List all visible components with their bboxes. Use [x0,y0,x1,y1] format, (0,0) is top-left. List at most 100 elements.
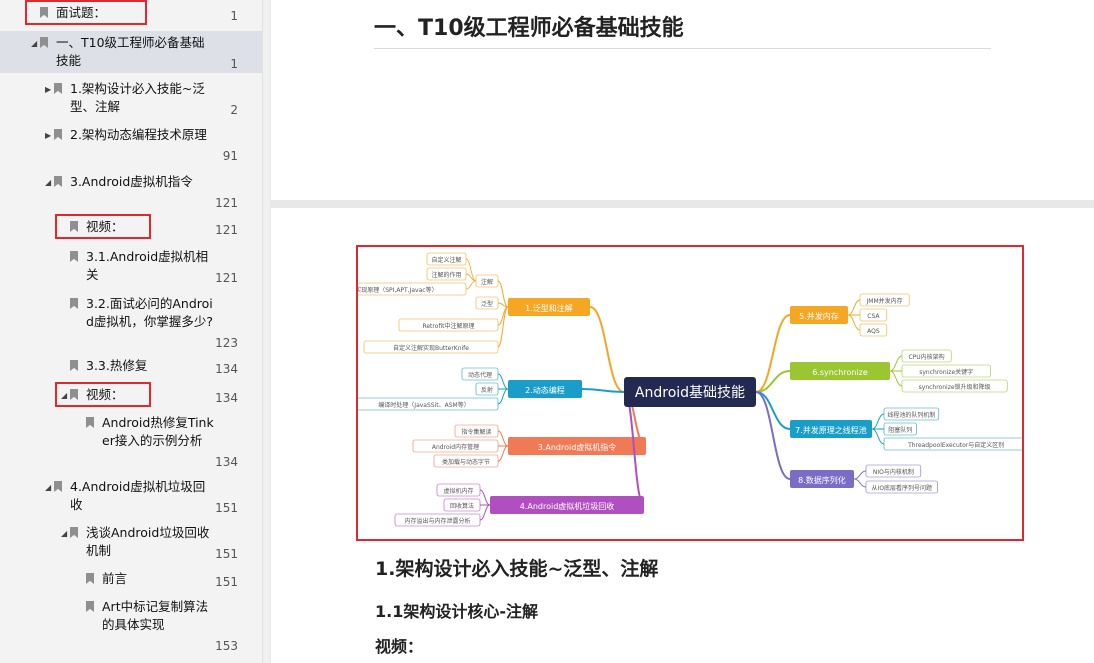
mindmap-link [479,489,491,506]
bookmark-page-number: 151 [215,547,238,561]
bookmark-panel: 面试题： 1 ◢ 一、T10级工程师必备基础技能 1 ▶ 1.架构设计必入技能~泛型、注解 2… [0,0,262,663]
mindmap-svg: 1.泛型和注解 注解泛型 Retrofit中注解原理自定义注解实现ButterKni… [358,252,1022,527]
mindmap-branch-label: 5.并发内存 [799,311,839,321]
mindmap-link [889,355,903,372]
bookmark-item[interactable]: Art中标记复制算法的具体实现 153 [0,595,262,655]
bookmark-icon [40,37,48,48]
page-1: 一、T10级工程师必备基础技能 [271,0,1094,200]
mindmap-leaf-label: APT实现原理（SPI,APT,Javac等） [358,286,438,294]
bookmark-label: 浅谈Android垃圾回收机制 [86,525,210,558]
mindmap-leaf-label: 线程池的队列机制 [887,411,935,419]
mindmap-link [497,445,509,462]
mindmap-link [889,370,903,387]
mindmap-leaf-label: Retrofit中注解原理 [422,322,474,330]
bookmark-item[interactable]: Android热修复Tinker接入的示例分析 134 [0,411,262,471]
bookmark-icon [70,527,78,538]
mindmap-branch-label: 8.数据序列化 [798,475,846,485]
bookmark-label: 前言 [102,571,128,586]
bookmark-icon [86,601,94,612]
mindmap-link [497,388,509,405]
bookmark-item[interactable]: 3.3.热修复 134 [0,354,262,378]
mindmap-link [853,478,867,488]
page-2: 1.泛型和注解 注解 泛型 Retrofit中注解原理 自定义注解实现ButterKni… [271,208,1094,663]
mindmap-leaf-label: 编译时处理（JavaSSit、ASM等） [378,401,469,409]
mindmap-leaf-label: 指令集解读 [461,428,491,436]
mindmap-leaf-label: 类加载与动态字节 [442,458,490,466]
mindmap-branch-label: 4.Android虚拟机垃圾回收 [520,501,615,511]
bookmark-icon [54,481,62,492]
mindmap-leaf-label: JMM并发内存 [866,297,903,305]
collapse-arrow-icon[interactable]: ◢ [45,174,51,192]
page-heading-1: 一、T10级工程师必备基础技能 [374,10,991,49]
bookmark-page-number: 123 [215,336,238,350]
mindmap-leaf-label: 注解的作用 [431,271,461,279]
mindmap-leaf-label: synchronize关键字 [919,368,973,376]
bookmark-icon [54,83,62,94]
bookmark-item[interactable]: ▶ 2.架构动态编程技术原理 91 [0,123,262,165]
bookmark-item[interactable]: ◢ 一、T10级工程师必备基础技能 1 [0,31,262,73]
bookmark-item[interactable]: 3.2.面试必问的Android虚拟机，你掌握多少? 123 [0,292,262,352]
bookmark-page-number: 121 [215,196,238,210]
mindmap-link [497,373,509,390]
bookmark-page-number: 151 [215,501,238,515]
mindmap-leaf-label: 阻塞队列 [888,426,912,434]
bookmark-page-number: 1 [230,9,238,23]
mindmap-leaf-label: 从IO底层看序列号问题 [872,484,933,492]
bookmark-page-number: 134 [215,391,238,405]
mindmap-leaf-label: Android内存管理 [432,443,479,451]
bookmark-icon [54,176,62,187]
mindmap-leaf-label: 虚拟机内存 [443,487,473,495]
mindmap-leaf-label: CPU内核架构 [908,353,944,361]
mindmap-link [581,388,625,393]
bookmark-item[interactable]: ◢ 浅谈Android垃圾回收机制 151 [0,521,262,563]
mindmap-leaf-label: AQS [867,328,880,335]
highlight-box [55,382,151,407]
mindmap-branch-label: 3.Android虚拟机指令 [538,442,617,452]
bookmark-item[interactable]: ◢ 4.Android虚拟机垃圾回收 151 [0,475,262,517]
mindmap-leaf-label: 内存溢出与内存泄露分析 [404,517,470,525]
mindmap-link [847,314,861,331]
bookmark-label: 4.Android虚拟机垃圾回收 [70,479,206,512]
bookmark-page-number: 134 [215,455,238,469]
mindmap-link [497,430,509,447]
mindmap-link [755,391,791,480]
mindmap-branch-label: 2.动态编程 [525,385,565,395]
bookmark-page-number: 1 [230,57,238,71]
mindmap-leaf-label: 自定义注解实现ButterKnife [393,344,469,352]
mindmap-leaf-label: 动态代理 [468,371,492,379]
mindmap-leaf-label: 自定义注解 [431,256,461,264]
collapse-arrow-icon[interactable]: ◢ [61,525,67,543]
highlight-box [25,0,147,25]
bookmark-label: 3.2.面试必问的Android虚拟机，你掌握多少? [86,296,214,329]
subsection-heading: 1.1架构设计核心-注解 [375,602,538,621]
mindmap-branch-label: 7.并发原理之线程池 [795,425,867,435]
bookmark-icon [70,360,78,371]
bookmark-icon [70,251,78,262]
sidebar-scrollbar[interactable] [262,0,270,663]
bookmark-label: Android热修复Tinker接入的示例分析 [102,415,214,448]
bookmark-item[interactable]: ▶ 1.架构设计必入技能~泛型、注解 2 [0,77,262,119]
collapse-arrow-icon[interactable]: ◢ [31,35,37,53]
bookmark-icon [86,417,94,428]
document-view: 一、T10级工程师必备基础技能 1.泛型和注解 注解 泛型 Retrofit中注解原理… [271,0,1094,663]
mindmap-branch-label: 6.synchronize [812,368,868,377]
bookmark-page-number: 2 [230,103,238,117]
bookmark-label: 3.3.热修复 [86,358,148,373]
mindmap-leaf-label: 注解 [481,278,493,286]
mindmap-link [853,470,867,480]
bookmark-page-number: 153 [215,639,238,653]
bookmark-label: 2.架构动态编程技术原理 [70,127,207,142]
expand-arrow-icon[interactable]: ▶ [45,81,51,99]
expand-arrow-icon[interactable]: ▶ [45,127,51,145]
collapse-arrow-icon[interactable]: ◢ [45,479,51,497]
mindmap-center-label: Android基础技能 [635,384,745,401]
bookmark-item[interactable]: ◢ 3.Android虚拟机指令 121 [0,170,262,212]
bookmark-item[interactable]: 3.1.Android虚拟机相关 121 [0,245,262,287]
bookmark-label: 一、T10级工程师必备基础技能 [56,35,205,68]
highlight-box [55,214,151,239]
mindmap-link [847,299,861,316]
bookmark-label: 1.架构设计必入技能~泛型、注解 [70,81,205,114]
mindmap-link [479,504,491,521]
bookmark-item[interactable]: 前言 151 [0,567,262,591]
mindmap-leaf-label: NIO与内核机制 [873,468,914,476]
